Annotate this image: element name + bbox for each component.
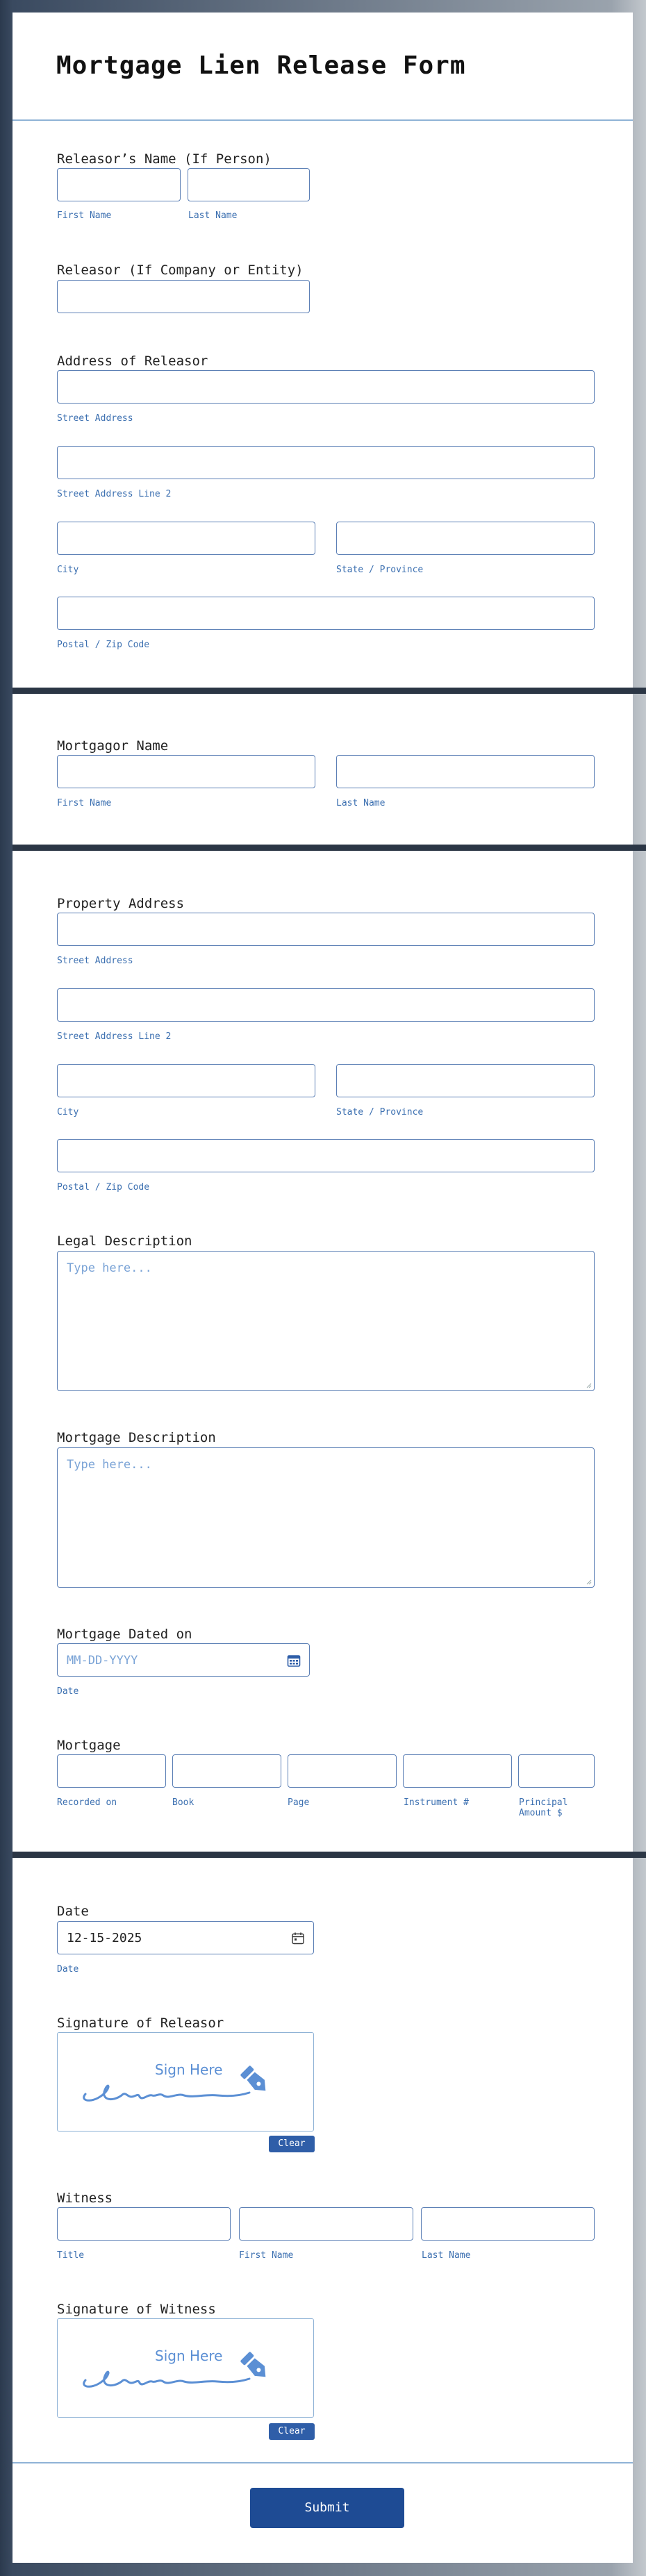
- releasor-first-name-input[interactable]: [57, 168, 181, 201]
- page-title: Mortgage Lien Release Form: [56, 51, 466, 80]
- releasor-state-input[interactable]: [336, 522, 595, 555]
- witness-signature-pad[interactable]: Sign Here: [57, 2318, 314, 2418]
- mortgagor-name-label: Mortgagor Name: [57, 738, 169, 754]
- clear-releasor-signature-button[interactable]: Clear: [269, 2136, 315, 2152]
- textarea-placeholder: Type here...: [67, 1261, 152, 1275]
- section-divider: [13, 688, 646, 694]
- witness-title-input[interactable]: [57, 2207, 231, 2241]
- address-of-releasor-label: Address of Releasor: [57, 354, 208, 369]
- releasor-signature-pad[interactable]: Sign Here: [57, 2032, 314, 2132]
- property-city-sublabel: City: [57, 1107, 79, 1117]
- date-label: Date: [57, 1904, 89, 1919]
- footer-divider: [13, 2462, 633, 2463]
- releasor-last-name-sublabel: Last Name: [188, 210, 238, 221]
- releasor-city-sublabel: City: [57, 565, 79, 575]
- mortgage-dated-input[interactable]: MM-DD-YYYY: [57, 1643, 310, 1677]
- witness-label: Witness: [57, 2191, 113, 2206]
- mortgagor-last-name-sublabel: Last Name: [336, 798, 386, 808]
- resize-handle-icon[interactable]: [585, 1381, 592, 1388]
- date-input[interactable]: 12-15-2025: [57, 1921, 314, 1954]
- witness-first-name-input[interactable]: [239, 2207, 413, 2241]
- property-postal-input[interactable]: [57, 1139, 595, 1172]
- property-address-label: Property Address: [57, 896, 185, 911]
- mortgage-dated-label: Mortgage Dated on: [57, 1627, 192, 1642]
- mortgagor-first-name-sublabel: First Name: [57, 798, 112, 808]
- releasor-city-input[interactable]: [57, 522, 315, 555]
- witness-last-name-sublabel: Last Name: [422, 2250, 471, 2261]
- property-state-sublabel: State / Province: [336, 1107, 424, 1117]
- pen-nib-icon: [240, 2352, 266, 2377]
- sign-here-graphic: Sign Here: [83, 2061, 266, 2102]
- property-state-input[interactable]: [336, 1064, 595, 1097]
- mortgagor-last-name-input[interactable]: [336, 755, 595, 788]
- date-sublabel: Date: [57, 1964, 79, 1975]
- mortgage-description-label: Mortgage Description: [57, 1430, 216, 1445]
- mortgage-description-textarea[interactable]: Type here...: [57, 1447, 595, 1588]
- releasor-last-name-input[interactable]: [188, 168, 310, 201]
- textarea-placeholder: Type here...: [67, 1458, 152, 1472]
- sign-here-text: Sign Here: [155, 2061, 222, 2078]
- section-divider: [13, 1852, 646, 1858]
- releasor-postal-input[interactable]: [57, 597, 595, 630]
- principal-sublabel-line1: Principal: [519, 1797, 568, 1808]
- releasor-postal-sublabel: Postal / Zip Code: [57, 640, 150, 650]
- property-street2-input[interactable]: [57, 988, 595, 1022]
- section-divider: [13, 845, 646, 851]
- principal-sublabel-line2: Amount $: [519, 1808, 563, 1818]
- date-placeholder: MM-DD-YYYY: [67, 1654, 138, 1668]
- calendar-icon[interactable]: [287, 1654, 301, 1668]
- page-sublabel: Page: [288, 1797, 310, 1808]
- instrument-input[interactable]: [403, 1754, 512, 1788]
- witness-last-name-input[interactable]: [421, 2207, 595, 2241]
- date-value: 12-15-2025: [67, 1931, 142, 1945]
- recorded-on-input[interactable]: [57, 1754, 166, 1788]
- releasor-state-sublabel: State / Province: [336, 565, 424, 575]
- submit-button[interactable]: Submit: [250, 2488, 404, 2528]
- signature-releasor-label: Signature of Releasor: [57, 2016, 224, 2031]
- form-header: Mortgage Lien Release Form: [13, 13, 633, 121]
- mortgage-dated-sublabel: Date: [57, 1686, 79, 1697]
- legal-description-label: Legal Description: [57, 1233, 192, 1249]
- pen-nib-icon: [240, 2066, 266, 2091]
- sign-here-graphic: Sign Here: [83, 2348, 266, 2388]
- recorded-on-sublabel: Recorded on: [57, 1797, 117, 1808]
- releasor-first-name-sublabel: First Name: [57, 210, 112, 221]
- book-input[interactable]: [172, 1754, 281, 1788]
- property-street-sublabel: Street Address: [57, 956, 133, 966]
- witness-first-name-sublabel: First Name: [239, 2250, 294, 2261]
- book-sublabel: Book: [172, 1797, 194, 1808]
- mortgagor-first-name-input[interactable]: [57, 755, 315, 788]
- releasor-company-input[interactable]: [57, 280, 310, 313]
- property-city-input[interactable]: [57, 1064, 315, 1097]
- legal-description-textarea[interactable]: Type here...: [57, 1251, 595, 1391]
- releasor-street2-input[interactable]: [57, 446, 595, 479]
- releasor-name-label: Releasor’s Name (If Person): [57, 151, 272, 167]
- form-page: Mortgage Lien Release Form Releasor’s Na…: [13, 13, 646, 2563]
- page-input[interactable]: [288, 1754, 397, 1788]
- resize-handle-icon[interactable]: [585, 1578, 592, 1585]
- releasor-company-label: Releasor (If Company or Entity): [57, 263, 304, 278]
- property-postal-sublabel: Postal / Zip Code: [57, 1182, 150, 1193]
- witness-title-sublabel: Title: [57, 2250, 85, 2261]
- releasor-street-sublabel: Street Address: [57, 413, 133, 424]
- property-street2-sublabel: Street Address Line 2: [57, 1031, 172, 1042]
- property-street-input[interactable]: [57, 913, 595, 946]
- sign-here-text: Sign Here: [155, 2348, 222, 2364]
- releasor-street-input[interactable]: [57, 370, 595, 404]
- principal-amount-input[interactable]: [518, 1754, 595, 1788]
- signature-witness-label: Signature of Witness: [57, 2302, 216, 2317]
- instrument-sublabel: Instrument #: [404, 1797, 469, 1808]
- calendar-icon[interactable]: [291, 1931, 305, 1945]
- clear-witness-signature-button[interactable]: Clear: [269, 2423, 315, 2440]
- releasor-street2-sublabel: Street Address Line 2: [57, 489, 172, 499]
- mortgage-label: Mortgage: [57, 1738, 121, 1753]
